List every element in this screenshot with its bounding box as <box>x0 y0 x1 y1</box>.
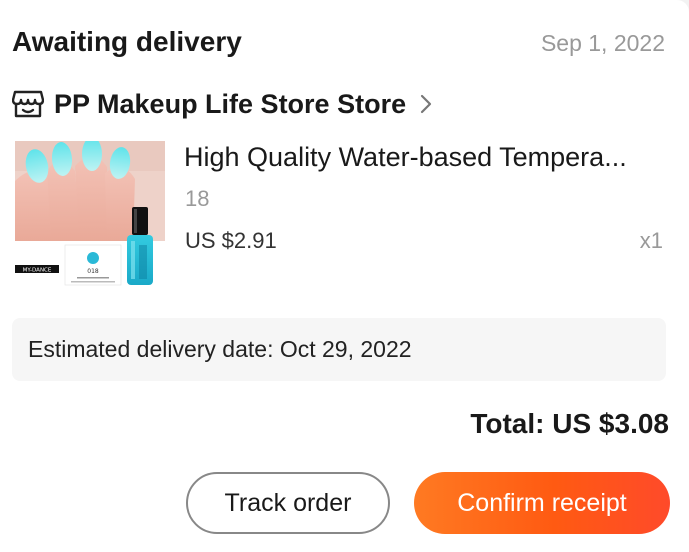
confirm-receipt-button[interactable]: Confirm receipt <box>414 472 670 534</box>
estimated-delivery-banner: Estimated delivery date: Oct 29, 2022 <box>12 318 666 381</box>
store-link[interactable]: PP Makeup Life Store Store <box>11 86 434 122</box>
store-name: PP Makeup Life Store Store <box>54 89 407 119</box>
store-icon <box>11 89 45 119</box>
product-image-brand: MY-DANCE <box>23 268 52 274</box>
order-status: Awaiting delivery <box>12 26 242 57</box>
order-date: Sep 1, 2022 <box>540 30 665 56</box>
product-image-number: 018 <box>87 268 99 275</box>
product-quantity: x1 <box>639 228 663 253</box>
product-image[interactable]: MY-DANCE 018 <box>15 141 165 289</box>
product-title[interactable]: High Quality Water-based Tempera... <box>184 139 666 175</box>
product-variant: 18 <box>185 186 210 211</box>
order-card: Awaiting delivery Sep 1, 2022 PP Makeup … <box>0 0 689 552</box>
track-order-button[interactable]: Track order <box>186 472 390 534</box>
product-price: US $2.91 <box>185 228 277 253</box>
estimated-delivery-text: Estimated delivery date: Oct 29, 2022 <box>28 336 412 362</box>
order-total: Total: US $3.08 <box>470 408 669 439</box>
chevron-right-icon <box>418 92 434 116</box>
